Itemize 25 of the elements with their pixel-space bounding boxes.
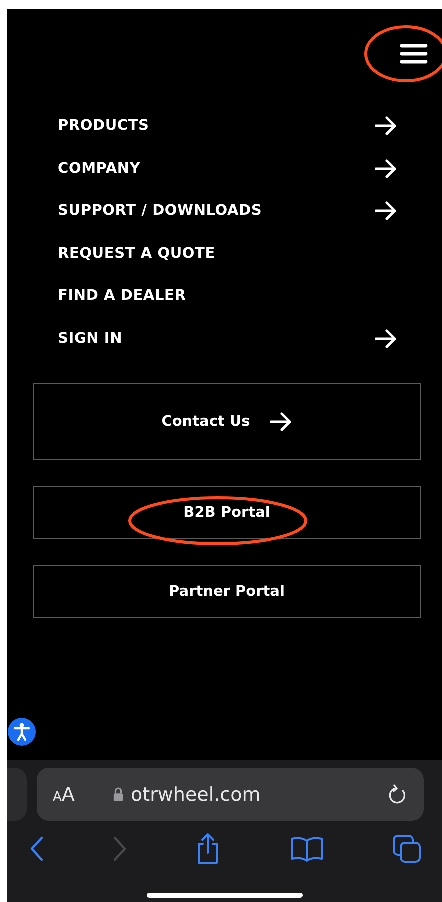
share-icon[interactable]	[195, 833, 221, 865]
menu-item[interactable]: SUPPORT / DOWNLOADS	[58, 190, 397, 232]
menu-icon[interactable]	[400, 43, 428, 65]
menu-item[interactable]: FIND A DEALER	[58, 275, 397, 318]
accessibility-icon[interactable]	[8, 718, 36, 746]
arrow-icon	[270, 412, 292, 432]
portal-button[interactable]: B2B Portal	[33, 486, 421, 539]
contact-button[interactable]: Contact Us	[33, 383, 421, 460]
arrow-icon	[375, 201, 397, 222]
portal-button[interactable]: Partner Portal	[33, 565, 421, 618]
menu-item[interactable]: COMPANY	[58, 148, 397, 190]
tabs-icon[interactable]	[392, 834, 422, 864]
arrow-icon	[375, 116, 397, 136]
book-icon[interactable]	[290, 836, 324, 862]
arrow-icon	[375, 158, 397, 179]
address-bar[interactable]: AA otrwheel.com	[37, 768, 424, 821]
lock-icon	[113, 787, 124, 802]
arrow-icon	[375, 328, 397, 349]
menu-item[interactable]: PRODUCTS	[58, 105, 397, 148]
menu-item[interactable]: REQUEST A QUOTE	[58, 232, 397, 275]
reload-icon[interactable]	[388, 784, 408, 806]
menu-item[interactable]: SIGN IN	[58, 318, 397, 360]
back-icon[interactable]	[30, 836, 44, 862]
url-text: otrwheel.com	[131, 784, 261, 806]
text-size-button[interactable]: AA	[53, 784, 113, 806]
